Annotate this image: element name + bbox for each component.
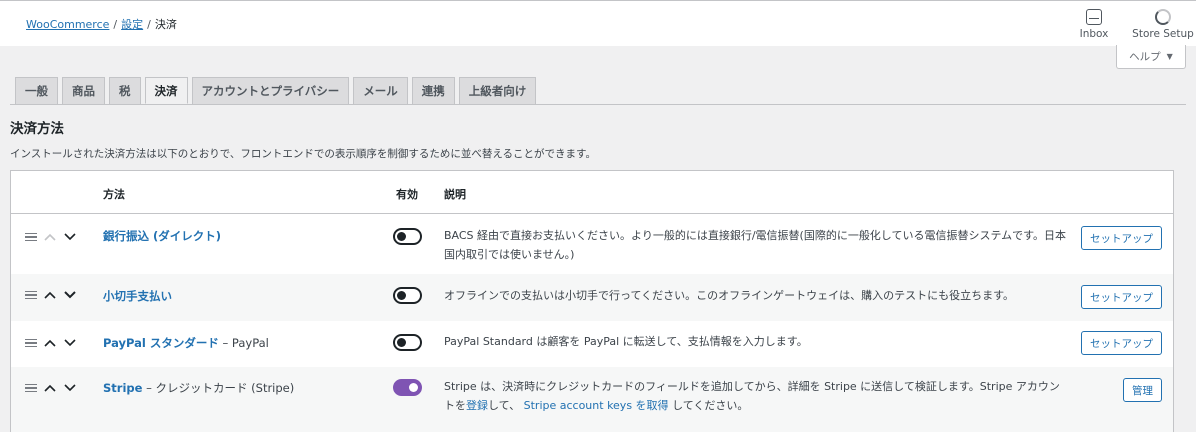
breadcrumb-separator: /	[113, 18, 118, 31]
store-setup-button[interactable]: Store Setup	[1132, 9, 1194, 40]
method-description: PayPal Standard は顧客を PayPal に転送して、支払情報を入…	[444, 335, 808, 348]
table-row: PayPal スタンダード – PayPal PayPal Standard は…	[11, 321, 1173, 367]
tab-general[interactable]: 一般	[15, 77, 58, 104]
move-down-icon[interactable]	[63, 336, 77, 350]
description-text: してください。	[672, 399, 749, 412]
drag-handle-icon[interactable]	[25, 232, 37, 242]
breadcrumb-separator: /	[147, 18, 151, 31]
setup-button-bacs[interactable]: セットアップ	[1081, 226, 1162, 250]
drag-handle-icon[interactable]	[25, 383, 37, 393]
method-name: 銀行振込 (ダイレクト)	[103, 228, 221, 244]
method-name: 小切手支払い	[103, 288, 172, 304]
row-sort-controls	[25, 230, 77, 244]
method-description: Stripe は、決済時にクレジットカードのフィールドを追加してから、詳細を S…	[444, 377, 1069, 415]
store-setup-label: Store Setup	[1132, 28, 1194, 40]
page-title: 決済方法	[10, 121, 64, 137]
help-label: ヘルプ	[1129, 51, 1161, 63]
method-description: BACS 経由で直接お支払いください。より一般的には直接銀行/電信振替(国際的に…	[444, 229, 1067, 261]
breadcrumb-woocommerce-link[interactable]: WooCommerce	[26, 18, 109, 31]
drag-handle-icon[interactable]	[25, 290, 37, 300]
row-sort-controls	[25, 336, 77, 350]
enable-toggle-bacs[interactable]	[393, 228, 422, 245]
method-link-paypal[interactable]: PayPal スタンダード	[103, 336, 219, 350]
move-up-icon[interactable]	[43, 381, 57, 395]
table-row: 銀行振込 (ダイレクト) BACS 経由で直接お支払いください。より一般的には直…	[11, 215, 1173, 274]
caret-down-icon: ▼	[1166, 52, 1173, 61]
method-link-bacs[interactable]: 銀行振込 (ダイレクト)	[103, 229, 221, 243]
move-down-icon[interactable]	[63, 230, 77, 244]
method-name: Stripe – クレジットカード (Stripe)	[103, 380, 294, 396]
tab-advanced[interactable]: 上級者向け	[458, 77, 537, 104]
row-sort-controls	[25, 381, 77, 395]
description-text: して、	[488, 399, 521, 412]
setup-button-cheque[interactable]: セットアップ	[1081, 285, 1162, 309]
breadcrumb-current: 決済	[154, 18, 177, 31]
inbox-icon	[1086, 9, 1102, 25]
method-link-stripe[interactable]: Stripe	[103, 381, 142, 395]
tab-tax[interactable]: 税	[109, 77, 141, 104]
tab-accounts-privacy[interactable]: アカウントとプライバシー	[191, 77, 350, 104]
inbox-button[interactable]: Inbox	[1078, 9, 1110, 40]
register-link[interactable]: 登録	[466, 399, 488, 412]
method-description: オフラインでの支払いは小切手で行ってください。このオフラインゲートウェイは、購入…	[444, 289, 1015, 302]
settings-tabs: 一般 商品 税 決済 アカウントとプライバシー メール 連携 上級者向け	[15, 77, 537, 104]
enable-toggle-paypal[interactable]	[393, 334, 422, 351]
table-row: 小切手支払い オフラインでの支払いは小切手で行ってください。このオフラインゲート…	[11, 274, 1173, 321]
manage-button-stripe[interactable]: 管理	[1123, 378, 1162, 402]
method-subtitle: – クレジットカード (Stripe)	[146, 381, 295, 395]
move-down-icon[interactable]	[63, 381, 77, 395]
progress-circle-icon	[1155, 9, 1171, 25]
section-description: インストールされた決済方法は以下のとおりで、フロントエンドでの表示順序を制御する…	[10, 148, 597, 160]
tabs-divider	[10, 104, 1186, 105]
table-row: Stripe – クレジットカード (Stripe) Stripe は、決済時に…	[11, 367, 1173, 432]
inbox-label: Inbox	[1079, 28, 1109, 40]
method-subtitle: – PayPal	[222, 336, 269, 350]
enable-toggle-stripe[interactable]	[393, 379, 422, 396]
table-header: 方法 有効 説明	[11, 171, 1173, 214]
method-link-cheque[interactable]: 小切手支払い	[103, 289, 172, 303]
row-sort-controls	[25, 288, 77, 302]
tab-integration[interactable]: 連携	[411, 77, 455, 104]
method-name: PayPal スタンダード – PayPal	[103, 335, 269, 351]
breadcrumb-settings-link[interactable]: 設定	[121, 18, 143, 31]
tab-emails[interactable]: メール	[353, 77, 408, 104]
move-up-icon[interactable]	[43, 288, 57, 302]
breadcrumb: WooCommerce / 設定 / 決済	[26, 16, 177, 32]
tab-products[interactable]: 商品	[62, 77, 105, 104]
move-up-icon[interactable]	[43, 230, 57, 244]
tab-payments[interactable]: 決済	[144, 77, 188, 104]
top-bar: WooCommerce / 設定 / 決済 Inbox Store Setup	[0, 0, 1196, 46]
help-button[interactable]: ヘルプ ▼	[1116, 45, 1186, 69]
column-header-description: 説明	[444, 188, 466, 201]
enable-toggle-cheque[interactable]	[393, 287, 422, 304]
move-up-icon[interactable]	[43, 336, 57, 350]
column-header-enabled: 有効	[396, 188, 418, 201]
move-down-icon[interactable]	[63, 288, 77, 302]
setup-button-paypal[interactable]: セットアップ	[1081, 331, 1162, 355]
column-header-method: 方法	[103, 188, 125, 201]
stripe-keys-link[interactable]: Stripe account keys を取得	[524, 399, 669, 412]
drag-handle-icon[interactable]	[25, 338, 37, 348]
payment-methods-table: 方法 有効 説明 銀行振込 (ダイレクト) BACS 経由で直接お支払いください…	[10, 170, 1174, 432]
